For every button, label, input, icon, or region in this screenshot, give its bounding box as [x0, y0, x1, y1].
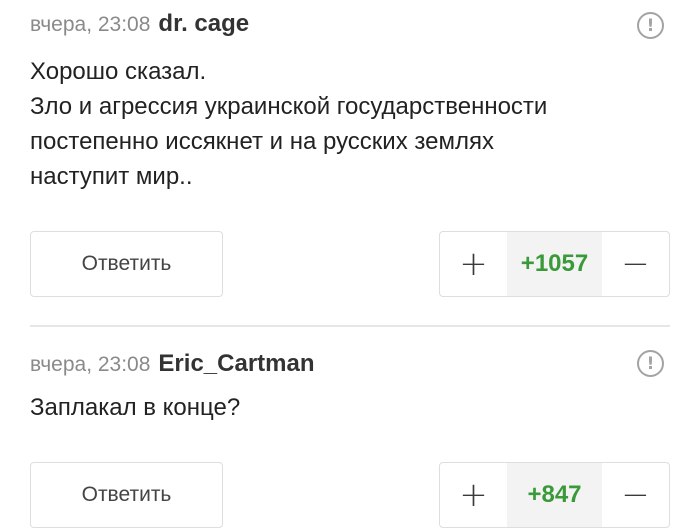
comment-divider	[30, 325, 670, 327]
vote-widget: + +847 −	[439, 462, 670, 528]
exclamation-circle-icon[interactable]: !	[637, 350, 664, 377]
comment-time: вчера, 23:08	[30, 13, 151, 36]
downvote-button[interactable]: −	[602, 463, 669, 527]
comment-meta: вчера, 23:08 Eric_Cartman	[30, 350, 315, 380]
comment-text-line: Зло и агрессия украинской государственно…	[30, 93, 548, 120]
comment-text: Заплакал в конце?	[30, 390, 660, 425]
comment-author[interactable]: Eric_Cartman	[158, 350, 314, 378]
reply-button[interactable]: Ответить	[30, 462, 223, 528]
comment-text-line: наступит мир..	[30, 163, 193, 190]
comment-text: Хорошо сказал. Зло и агрессия украинской…	[30, 54, 660, 194]
comment-text-line: Заплакал в конце?	[30, 394, 241, 421]
vote-score: +1057	[507, 232, 602, 296]
upvote-button[interactable]: +	[440, 232, 507, 296]
upvote-button[interactable]: +	[440, 463, 507, 527]
vote-score: +847	[507, 463, 602, 527]
comment-author[interactable]: dr. cage	[158, 10, 249, 38]
exclamation-circle-icon[interactable]: !	[637, 12, 664, 39]
comment-meta: вчера, 23:08 dr. cage	[30, 10, 249, 40]
comment-text-line: постепенно иссякнет и на русских землях	[30, 128, 494, 155]
vote-widget: + +1057 −	[439, 231, 670, 297]
downvote-button[interactable]: −	[602, 232, 669, 296]
comment-text-line: Хорошо сказал.	[30, 58, 207, 85]
reply-button[interactable]: Ответить	[30, 231, 223, 297]
comment-time: вчера, 23:08	[30, 353, 151, 376]
